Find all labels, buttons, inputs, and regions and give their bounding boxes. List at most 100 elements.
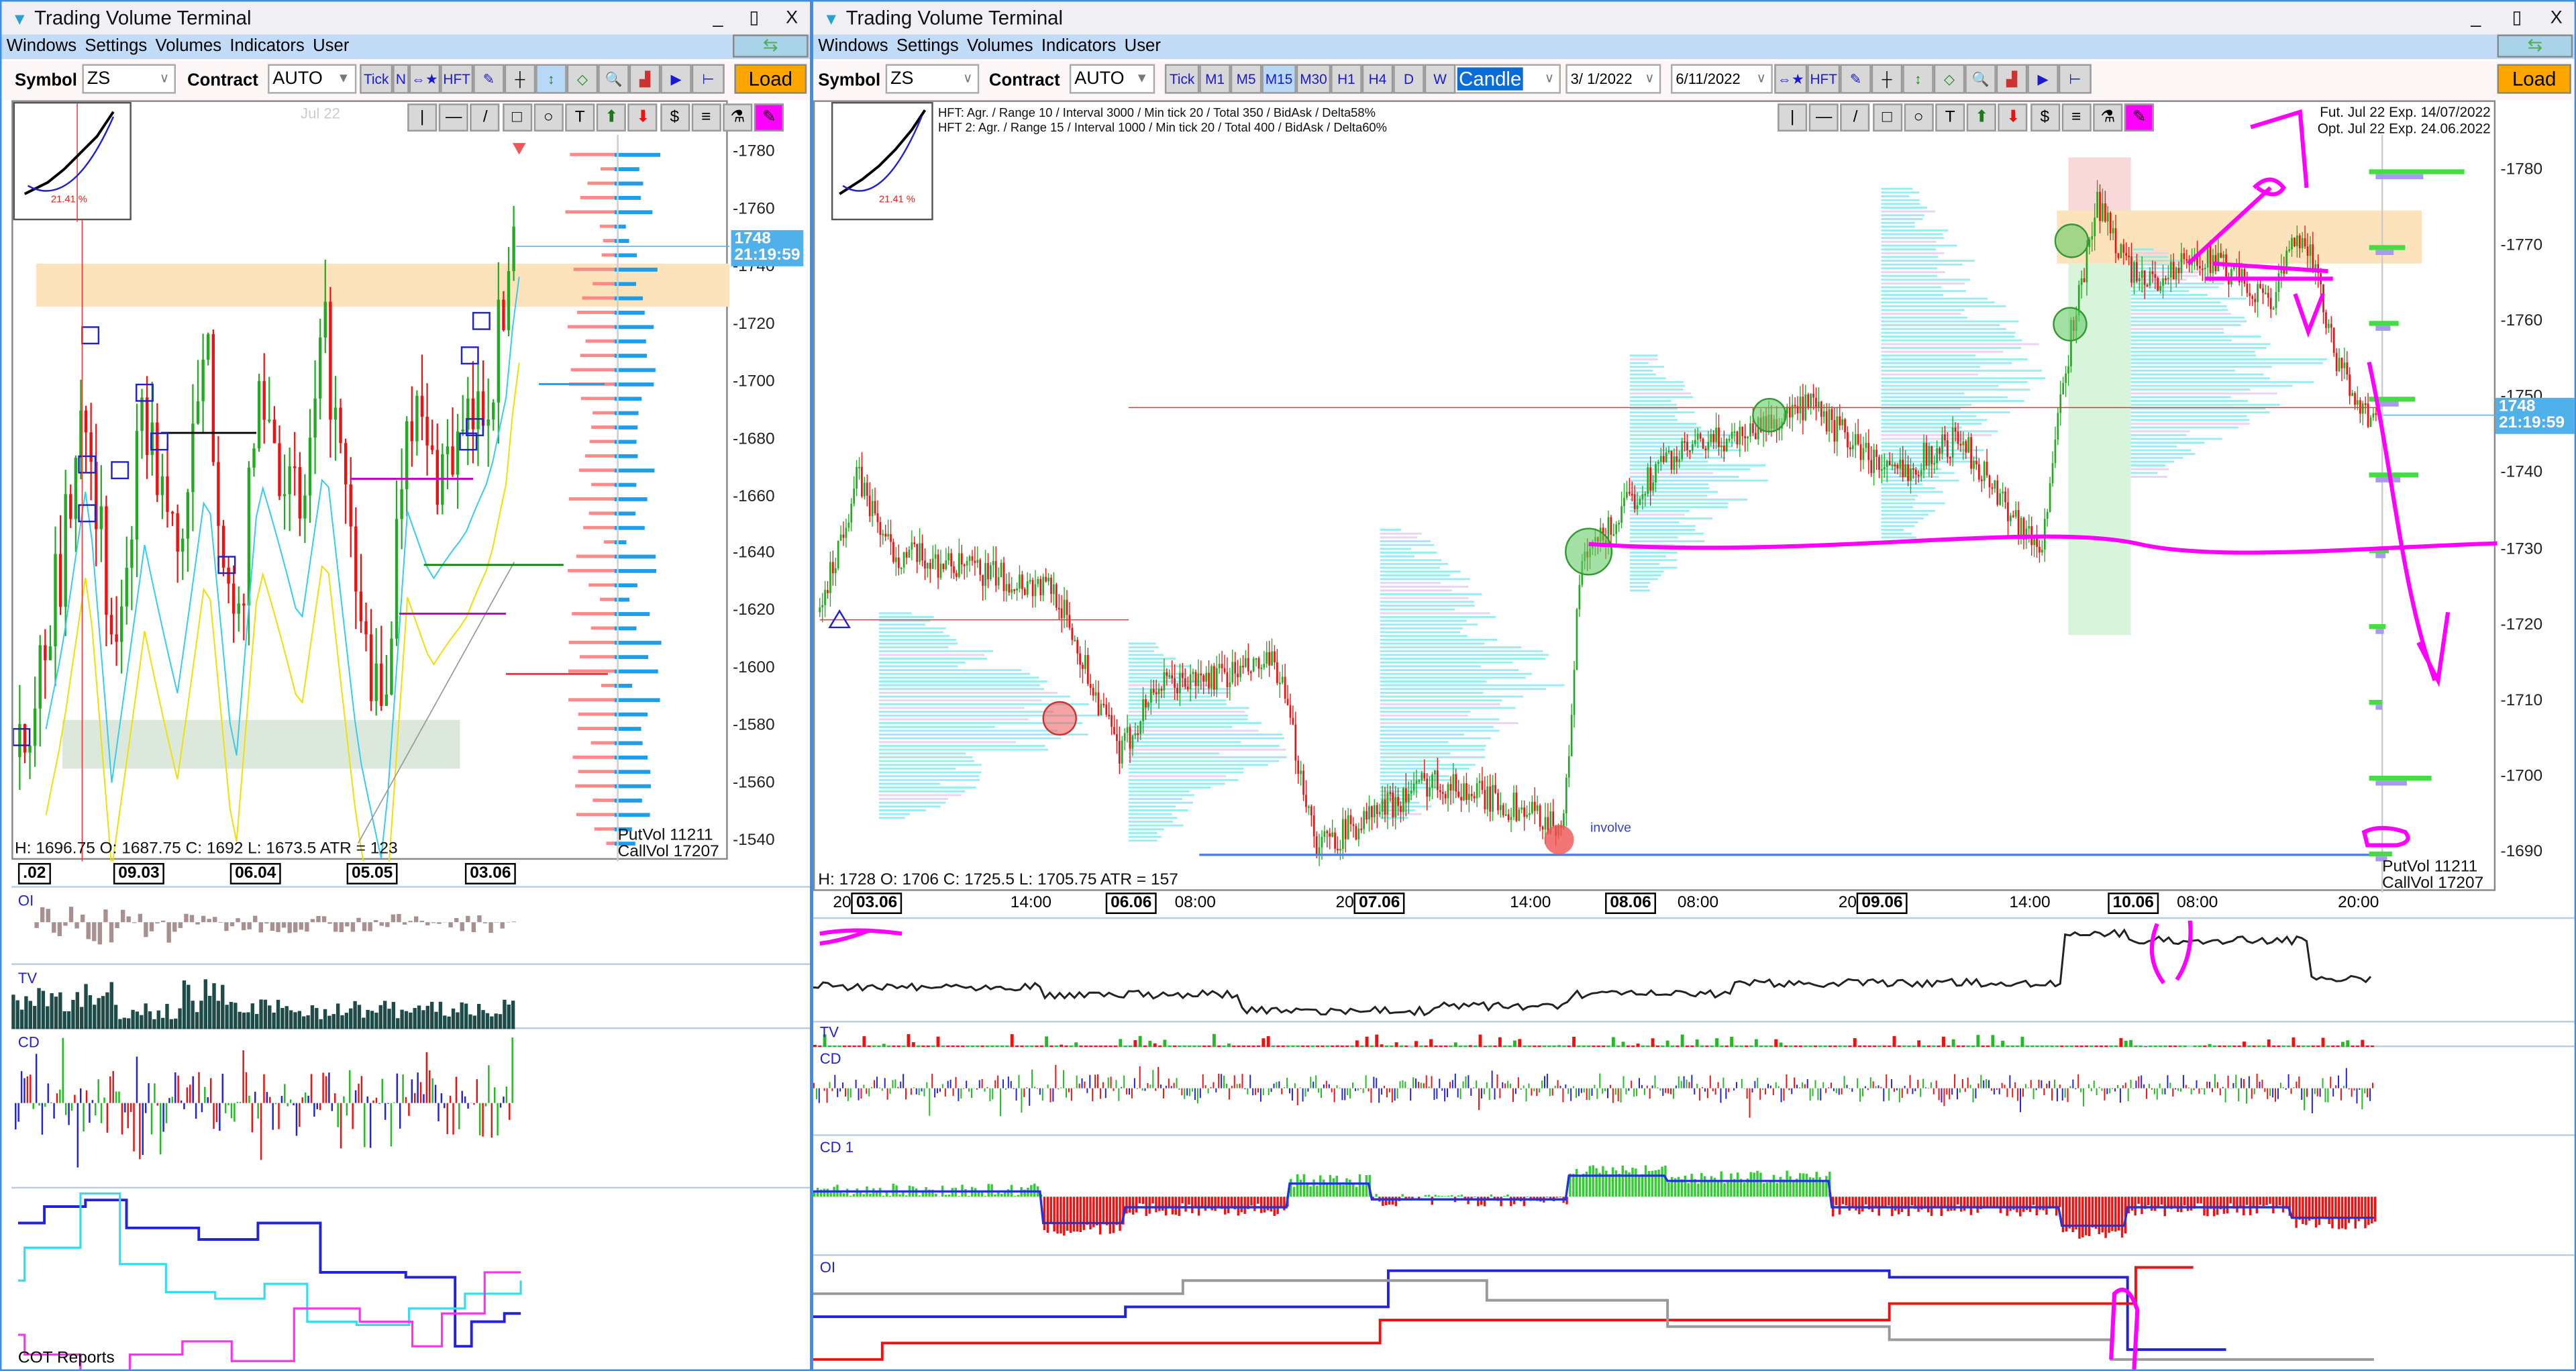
zoom-icon[interactable]: 🔍 bbox=[1965, 64, 1996, 94]
delta-icon[interactable]: ▶ bbox=[2027, 64, 2059, 94]
date-from-picker[interactable]: 3/ 1/2022 ∨ bbox=[1565, 64, 1661, 94]
draw-tool-11-icon[interactable]: ✎ bbox=[2124, 103, 2155, 132]
contract-select[interactable]: AUTO ▼ bbox=[1069, 64, 1155, 94]
menu-settings[interactable]: Settings bbox=[85, 36, 147, 56]
n-button[interactable]: N bbox=[393, 64, 409, 94]
draw-tool-10-icon[interactable]: ⚗ bbox=[723, 103, 753, 132]
draw-tool-8-icon[interactable]: $ bbox=[2030, 103, 2060, 132]
menu-volumes[interactable]: Volumes bbox=[156, 36, 222, 56]
symbol-select[interactable]: ZS ∨ bbox=[82, 64, 176, 94]
right-price-axis[interactable]: -1780-1770-1760-1750-1740-1730-1720-1710… bbox=[2495, 100, 2575, 891]
range-icon[interactable]: ⊢ bbox=[2058, 64, 2092, 94]
menu-settings[interactable]: Settings bbox=[896, 36, 959, 56]
hft-button[interactable]: HFT bbox=[1807, 64, 1841, 94]
tick-button[interactable]: Tick bbox=[360, 64, 393, 94]
draw-tool-3-icon[interactable]: □ bbox=[502, 103, 532, 132]
timeframe-tick[interactable]: Tick bbox=[1164, 64, 1200, 94]
draw-tool-1-icon[interactable]: — bbox=[1809, 103, 1839, 132]
draw-tool-2-icon[interactable]: / bbox=[470, 103, 501, 132]
minimize-button[interactable]: _ bbox=[2459, 1, 2492, 34]
close-button[interactable]: X bbox=[2540, 1, 2573, 34]
load-button[interactable]: Load bbox=[734, 64, 807, 94]
close-button[interactable]: X bbox=[776, 1, 809, 34]
menu-volumes[interactable]: Volumes bbox=[967, 36, 1033, 56]
candle bbox=[1373, 805, 1376, 817]
indicator-bar bbox=[2004, 1084, 2006, 1088]
maximize-button[interactable]: ▯ bbox=[737, 1, 770, 34]
vertical-scale-icon[interactable]: ↕ bbox=[535, 64, 567, 94]
menu-windows[interactable]: Windows bbox=[818, 36, 888, 56]
pencil-icon[interactable]: ✎ bbox=[1840, 64, 1871, 94]
indicator-bar bbox=[1877, 1085, 1879, 1088]
draw-tool-6-icon[interactable]: ⬆ bbox=[1967, 103, 1997, 132]
draw-tool-3-icon[interactable]: □ bbox=[1872, 103, 1902, 132]
zoom-icon[interactable]: 🔍 bbox=[598, 64, 629, 94]
timeframe-m1[interactable]: M1 bbox=[1199, 64, 1231, 94]
timeframe-w[interactable]: W bbox=[1424, 64, 1456, 94]
draw-tool-11-icon[interactable]: ✎ bbox=[754, 103, 784, 132]
crosshair-icon[interactable]: ┼ bbox=[1871, 64, 1903, 94]
compare-button[interactable]: ⇔★ bbox=[409, 64, 441, 94]
draw-tool-4-icon[interactable]: ○ bbox=[533, 103, 564, 132]
annotation-label: involve bbox=[1590, 820, 1632, 835]
load-button[interactable]: Load bbox=[2497, 64, 2571, 94]
draw-tool-8-icon[interactable]: $ bbox=[660, 103, 690, 132]
profile-bar bbox=[578, 770, 615, 774]
right-time-axis[interactable]: 20 03.06 14:00 06.06 08:00 20 07.06 14:00 08.06 0… bbox=[813, 891, 2575, 919]
sync-button[interactable]: ⇆ bbox=[2497, 34, 2573, 58]
draw-tool-9-icon[interactable]: ≡ bbox=[2061, 103, 2092, 132]
pencil-icon[interactable]: ✎ bbox=[473, 64, 505, 94]
range-icon[interactable]: ⊢ bbox=[691, 64, 725, 94]
menu-windows[interactable]: Windows bbox=[7, 36, 76, 56]
menu-user[interactable]: User bbox=[1125, 36, 1161, 56]
maximize-button[interactable]: ▯ bbox=[2500, 1, 2533, 34]
timeframe-h1[interactable]: H1 bbox=[1331, 64, 1362, 94]
indicator-bar bbox=[2281, 1197, 2285, 1213]
indicator-bar bbox=[2340, 1197, 2344, 1229]
fit-scale-icon[interactable]: ◇ bbox=[566, 64, 599, 94]
right-price-chart[interactable]: 21.41 % HFT: Agr. / Range 10 / Interval … bbox=[813, 100, 2497, 893]
draw-tool-0-icon[interactable]: | bbox=[407, 103, 437, 132]
draw-tool-5-icon[interactable]: T bbox=[1935, 103, 1965, 132]
hft-button[interactable]: HFT bbox=[440, 64, 474, 94]
timeframe-m5[interactable]: M5 bbox=[1230, 64, 1262, 94]
draw-tool-10-icon[interactable]: ⚗ bbox=[2093, 103, 2123, 132]
draw-tool-4-icon[interactable]: ○ bbox=[1904, 103, 1934, 132]
timeframe-h4[interactable]: H4 bbox=[1361, 64, 1394, 94]
indicator-bar bbox=[491, 1103, 493, 1138]
menu-indicators[interactable]: Indicators bbox=[229, 36, 304, 56]
indicator-bar bbox=[2173, 1045, 2177, 1048]
timeframe-d[interactable]: D bbox=[1393, 64, 1425, 94]
menu-user[interactable]: User bbox=[313, 36, 349, 56]
minimize-button[interactable]: _ bbox=[701, 1, 734, 34]
candle bbox=[1696, 434, 1699, 440]
symbol-select[interactable]: ZS ∨ bbox=[885, 64, 980, 94]
delta-icon[interactable]: ▶ bbox=[660, 64, 692, 94]
left-price-axis[interactable]: -1780 -1760 -1740 -1720 -1700 -1680 -1660 -1640… bbox=[728, 100, 810, 860]
draw-tool-5-icon[interactable]: T bbox=[565, 103, 595, 132]
draw-tool-1-icon[interactable]: — bbox=[439, 103, 469, 132]
date-to-picker[interactable]: 6/11/2022 ∨ bbox=[1671, 64, 1773, 94]
vertical-scale-icon[interactable]: ↕ bbox=[1902, 64, 1934, 94]
crosshair-icon[interactable]: ┼ bbox=[504, 64, 536, 94]
left-price-chart[interactable]: 21.41 % Jul 22 H: 1696.75 O: 1687.75 C: … bbox=[11, 100, 730, 862]
draw-tool-2-icon[interactable]: / bbox=[1841, 103, 1871, 132]
indicator-bar bbox=[121, 1103, 123, 1135]
sync-button[interactable]: ⇆ bbox=[732, 34, 809, 58]
chart-type-select[interactable]: Candle ∨ bbox=[1452, 64, 1561, 94]
compare-button[interactable]: ⇔★ bbox=[1774, 64, 1808, 94]
draw-tool-0-icon[interactable]: | bbox=[1778, 103, 1808, 132]
draw-tool-7-icon[interactable]: ⬇ bbox=[628, 103, 658, 132]
fit-scale-icon[interactable]: ◇ bbox=[1933, 64, 1965, 94]
timeframe-m15[interactable]: M15 bbox=[1261, 64, 1296, 94]
indicator-bar bbox=[456, 1012, 460, 1029]
volume-bars-icon[interactable]: ▟ bbox=[1996, 64, 2028, 94]
draw-tool-7-icon[interactable]: ⬇ bbox=[1998, 103, 2028, 132]
draw-tool-6-icon[interactable]: ⬆ bbox=[597, 103, 627, 132]
volume-bars-icon[interactable]: ▟ bbox=[629, 64, 661, 94]
menu-indicators[interactable]: Indicators bbox=[1041, 36, 1116, 56]
contract-select[interactable]: AUTO ▼ bbox=[268, 64, 357, 94]
draw-tool-9-icon[interactable]: ≡ bbox=[691, 103, 721, 132]
left-time-axis[interactable]: .02 09.03 06.04 05.05 03.06 bbox=[11, 860, 811, 888]
timeframe-m30[interactable]: M30 bbox=[1296, 64, 1331, 94]
